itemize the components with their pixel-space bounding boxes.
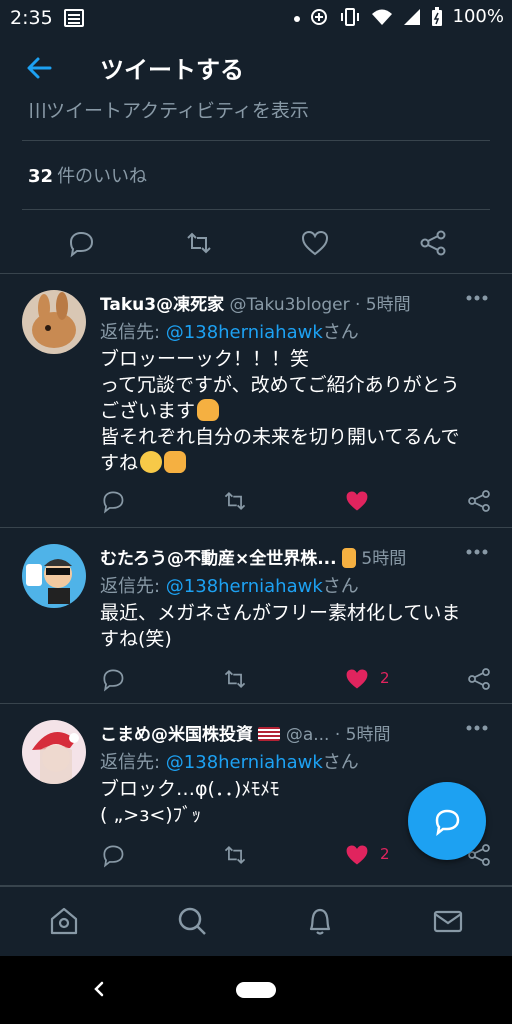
display-name[interactable]: こまめ@米国株投資: [100, 725, 253, 745]
tweet-actions: [0, 212, 512, 274]
share-icon[interactable]: [466, 488, 492, 514]
more-icon[interactable]: [466, 548, 488, 556]
status-bar: 2:35 100%: [0, 0, 512, 36]
more-icon[interactable]: [466, 724, 488, 732]
tweet-text: ブロッーーック！！！笑 って冗談ですが、改めてご紹介ありがとう ございます 皆そ…: [100, 348, 460, 474]
retweet-icon[interactable]: [184, 228, 214, 258]
reply-icon[interactable]: [66, 228, 96, 258]
like-icon-filled[interactable]: [344, 666, 370, 692]
system-nav-bar: [0, 956, 512, 1024]
likes-summary: 32 件のいいね: [28, 162, 147, 188]
likes-row[interactable]: 32 件のいいね: [0, 140, 512, 210]
reply-header: こまめ@米国株投資 @a... · 5時間: [100, 720, 460, 746]
dot-icon: [294, 16, 300, 22]
share-icon[interactable]: [418, 228, 448, 258]
reply-header: Taku3@凍死家 @Taku3bloger · 5時間: [100, 290, 460, 316]
activity-icon: |||: [28, 100, 48, 118]
reply-icon[interactable]: [100, 666, 126, 692]
retweet-icon[interactable]: [222, 488, 248, 514]
messages-icon[interactable]: [432, 905, 464, 937]
notification-icon: [64, 9, 84, 27]
share-icon[interactable]: [466, 666, 492, 692]
avatar[interactable]: [22, 544, 86, 608]
home-icon[interactable]: [48, 905, 80, 937]
timestamp: 5時間: [361, 549, 407, 569]
signal-icon: [403, 8, 420, 25]
emoji-thumbs-up-icon: [164, 451, 187, 473]
tweet-activity-link[interactable]: ||| ツイートアクティビティを表示: [28, 96, 309, 118]
more-icon[interactable]: [466, 294, 488, 302]
display-name[interactable]: Taku3@凍死家: [100, 295, 224, 315]
status-time: 2:35: [10, 7, 53, 29]
reply-icon[interactable]: [100, 488, 126, 514]
reply-tweet[interactable]: Taku3@凍死家 @Taku3bloger · 5時間 返信先: @138he…: [0, 276, 512, 528]
compose-reply-button[interactable]: [408, 782, 486, 860]
like-count: 2: [380, 669, 390, 687]
user-handle: @Taku3bloger: [229, 295, 350, 315]
like-icon[interactable]: [300, 228, 330, 258]
emoji-person-icon: [197, 399, 220, 421]
data-saver-icon: [310, 8, 327, 25]
tweet-text: 最近、メガネさんがフリー素材化していま すね(笑): [100, 602, 461, 650]
reply-to: 返信先: @138herniahawkさん: [100, 752, 359, 773]
like-icon-filled[interactable]: [344, 842, 370, 868]
status-icons: 100%: [309, 6, 504, 27]
retweet-icon[interactable]: [222, 842, 248, 868]
user-handle: @a...: [285, 725, 330, 745]
page-title: ツイートする: [100, 56, 244, 84]
vibrate-icon: [340, 7, 359, 26]
tweet-activity-label: ツイートアクティビティを表示: [46, 100, 309, 118]
display-name[interactable]: むたろう@不動産×全世界株...: [100, 549, 337, 569]
reply-to: 返信先: @138herniahawkさん: [100, 576, 359, 597]
notifications-icon[interactable]: [304, 905, 336, 937]
like-icon-filled[interactable]: [344, 488, 370, 514]
avatar[interactable]: [22, 290, 86, 354]
app-bar: ツイートする: [0, 36, 512, 98]
compose-reply-icon: [435, 809, 460, 836]
back-arrow-icon[interactable]: [24, 54, 54, 82]
timestamp: · 5時間: [355, 295, 411, 315]
avatar[interactable]: [22, 720, 86, 784]
mention-link[interactable]: @138herniahawk: [166, 576, 323, 597]
wifi-icon: [371, 9, 392, 25]
system-home-button[interactable]: [236, 982, 276, 998]
search-icon[interactable]: [176, 905, 208, 937]
likes-label: 件のいいね: [57, 166, 148, 187]
battery-icon: [431, 6, 442, 26]
likes-count: 32: [28, 166, 54, 187]
system-back-icon[interactable]: [90, 980, 108, 998]
bottom-nav: [0, 886, 512, 956]
battery-percent: 100%: [452, 6, 504, 27]
reply-icon[interactable]: [100, 842, 126, 868]
mention-link[interactable]: @138herniahawk: [166, 322, 323, 343]
mention-link[interactable]: @138herniahawk: [166, 752, 323, 773]
reply-to: 返信先: @138herniahawkさん: [100, 322, 359, 343]
emoji-grin-icon: [140, 451, 163, 473]
reply-tweet[interactable]: むたろう@不動産×全世界株... 5時間 返信先: @138herniahawk…: [0, 530, 512, 704]
reply-header: むたろう@不動産×全世界株... 5時間: [100, 544, 460, 570]
reply-actions: 2: [100, 666, 500, 692]
retweet-icon[interactable]: [222, 666, 248, 692]
emoji-us-flag-icon: [258, 727, 281, 741]
reply-actions: [100, 488, 500, 514]
like-count: 2: [380, 845, 390, 863]
timestamp: · 5時間: [334, 725, 391, 745]
emoji-hand-icon: [342, 548, 357, 568]
